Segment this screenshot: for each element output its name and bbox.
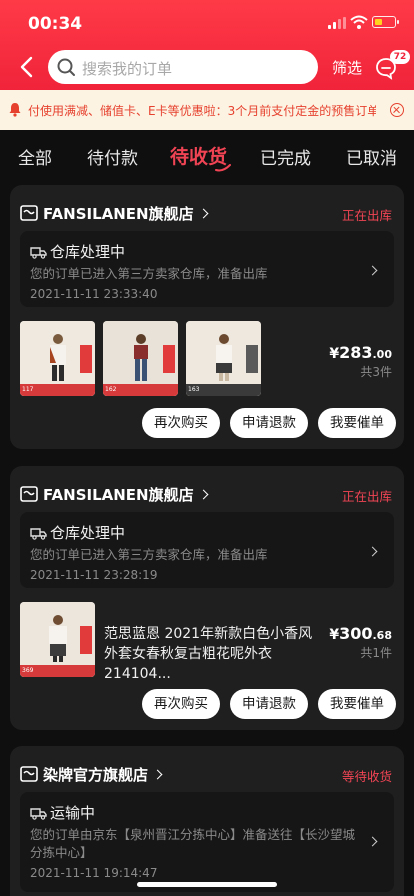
logistics-panel[interactable]: 仓库处理中 您的订单已进入第三方卖家仓库，准备出库 2021-11-11 23:…: [20, 231, 394, 307]
thumbnail-label: 163: [186, 384, 261, 396]
thumbnail-label: 162: [103, 384, 178, 396]
tab-all[interactable]: 全部: [18, 144, 52, 169]
shop-icon: [20, 486, 38, 502]
chevron-right-icon: [152, 769, 163, 780]
order-card[interactable]: 染牌官方旗舰店 等待收货 运输中 您的订单由京东【泉州晋江分拣中心】准备送往【长…: [10, 746, 404, 896]
product-thumbnail[interactable]: 117: [20, 321, 95, 396]
product-thumbnail[interactable]: 369: [20, 602, 95, 677]
urge-order-button[interactable]: 我要催单: [318, 689, 396, 719]
filter-button[interactable]: 筛选: [332, 57, 362, 78]
refund-button[interactable]: 申请退款: [230, 408, 308, 438]
order-status: 正在出库: [341, 208, 392, 223]
bell-icon: [9, 103, 21, 117]
logistics-time: 2021-11-11 19:14:47: [30, 866, 158, 880]
logistics-title: 仓库处理中: [50, 524, 126, 542]
shop-name[interactable]: 染牌官方旗舰店: [43, 764, 163, 785]
logistics-panel[interactable]: 运输中 您的订单由京东【泉州晋江分拣中心】准备送往【长沙望城分拣中心】 2021…: [20, 792, 394, 892]
tab-active-indicator: [215, 164, 231, 172]
product-title[interactable]: 范思蓝恩 2021年新款白色小香风外套女春秋复古粗花呢外衣 214104...: [104, 624, 326, 684]
tab-cancelled[interactable]: 已取消: [346, 144, 397, 169]
thumbnail-label: 117: [20, 384, 95, 396]
order-status: 正在出库: [341, 489, 392, 504]
notice-text: 付使用满减、储值卡、E卡等优惠啦：3个月前支付定金的预售订单: [28, 104, 376, 118]
message-badge: 72: [390, 50, 410, 64]
chevron-right-icon: [198, 208, 209, 219]
top-header: 00:34 搜索我的订单 筛选 72: [0, 0, 414, 90]
logistics-title: 仓库处理中: [50, 243, 126, 261]
buy-again-button[interactable]: 再次购买: [142, 689, 220, 719]
thumbnail-label: 369: [20, 665, 95, 677]
order-card[interactable]: FANSILANEN旗舰店 正在出库 仓库处理中 您的订单已进入第三方卖家仓库，…: [10, 466, 404, 730]
item-count: 共3件: [360, 365, 392, 379]
product-figure: [134, 334, 148, 381]
logistics-desc: 您的订单由京东【泉州晋江分拣中心】准备送往【长沙望城分拣中心】: [30, 827, 356, 860]
refund-button[interactable]: 申请退款: [230, 689, 308, 719]
order-price: ¥283.00: [329, 343, 392, 362]
back-icon[interactable]: [14, 54, 40, 80]
order-status: 等待收货: [341, 769, 392, 784]
logistics-desc: 您的订单已进入第三方卖家仓库，准备出库: [30, 547, 268, 562]
search-placeholder: 搜索我的订单: [82, 60, 173, 78]
truck-icon: [30, 808, 47, 820]
buy-again-button[interactable]: 再次购买: [142, 408, 220, 438]
tab-completed[interactable]: 已完成: [260, 144, 311, 169]
search-input[interactable]: 搜索我的订单: [48, 50, 318, 84]
chevron-right-icon: [198, 489, 209, 500]
signal-icon: [328, 17, 346, 29]
product-thumbnail[interactable]: 162: [103, 321, 178, 396]
order-price: ¥300.68: [329, 624, 392, 643]
logistics-panel[interactable]: 仓库处理中 您的订单已进入第三方卖家仓库，准备出库 2021-11-11 23:…: [20, 512, 394, 588]
shop-icon: [20, 205, 38, 221]
notice-bar: 付使用满减、储值卡、E卡等优惠啦：3个月前支付定金的预售订单: [0, 90, 414, 130]
shop-icon: [20, 766, 38, 782]
tab-pending-payment[interactable]: 待付款: [87, 144, 138, 169]
product-thumbnail[interactable]: 163: [186, 321, 261, 396]
status-time: 00:34: [28, 14, 83, 34]
wifi-icon: [350, 15, 368, 29]
battery-icon: [372, 16, 399, 28]
product-figure: [216, 334, 232, 381]
shop-name[interactable]: FANSILANEN旗舰店: [43, 484, 209, 505]
home-indicator: [137, 882, 277, 887]
product-figure: [49, 615, 67, 662]
chevron-right-icon: [367, 836, 378, 847]
logistics-time: 2021-11-11 23:33:40: [30, 287, 158, 301]
item-count: 共1件: [360, 646, 392, 660]
search-icon: [57, 58, 75, 76]
truck-icon: [30, 528, 47, 540]
order-card[interactable]: FANSILANEN旗舰店 正在出库 仓库处理中 您的订单已进入第三方卖家仓库，…: [10, 185, 404, 449]
product-figure: [50, 334, 66, 381]
close-icon[interactable]: [390, 103, 404, 117]
logistics-title: 运输中: [50, 804, 96, 822]
logistics-desc: 您的订单已进入第三方卖家仓库，准备出库: [30, 266, 268, 281]
shop-name[interactable]: FANSILANEN旗舰店: [43, 203, 209, 224]
urge-order-button[interactable]: 我要催单: [318, 408, 396, 438]
logistics-time: 2021-11-11 23:28:19: [30, 568, 158, 582]
truck-icon: [30, 247, 47, 259]
